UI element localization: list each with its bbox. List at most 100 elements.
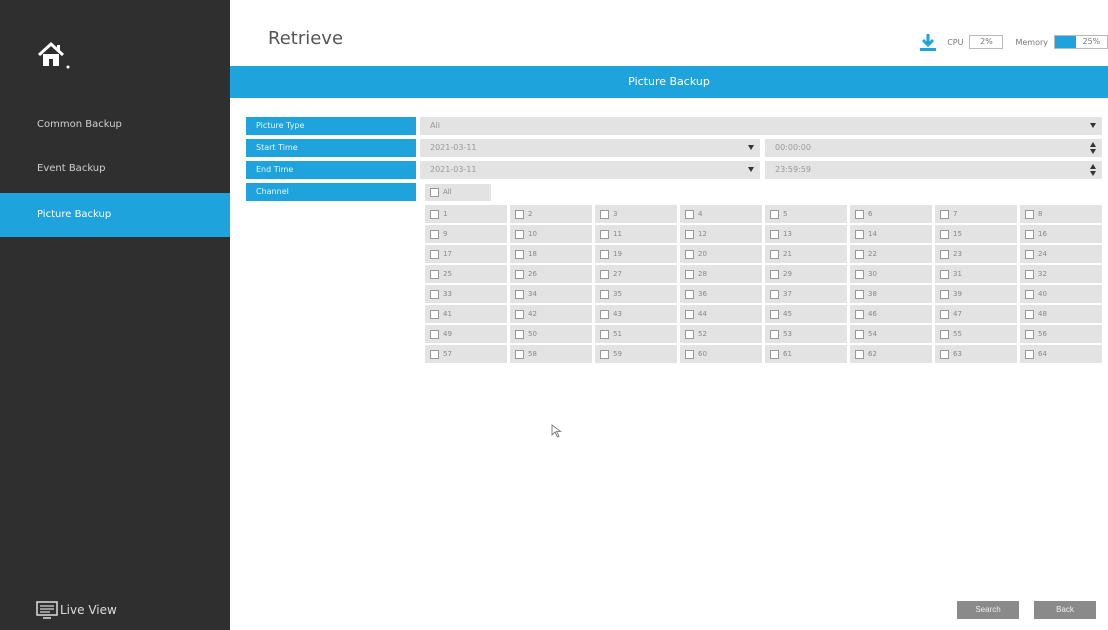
checkbox-icon (940, 349, 949, 359)
back-button[interactable]: Back (1034, 601, 1096, 619)
channel-checkbox[interactable]: 31 (935, 265, 1017, 283)
channel-checkbox[interactable]: 46 (850, 305, 932, 323)
picture-type-select[interactable]: All (420, 117, 1102, 135)
channel-checkbox[interactable]: 36 (680, 285, 762, 303)
channel-checkbox[interactable]: 58 (510, 345, 592, 363)
channel-checkbox[interactable]: 25 (425, 265, 507, 283)
channel-checkbox[interactable]: 18 (510, 245, 592, 263)
channel-all-checkbox[interactable]: All (425, 184, 491, 201)
channel-checkbox[interactable]: 57 (425, 345, 507, 363)
channel-checkbox[interactable]: 51 (595, 325, 677, 343)
channel-number: 3 (613, 210, 618, 218)
end-date-select[interactable]: 2021-03-11 (420, 161, 760, 179)
channel-checkbox[interactable]: 47 (935, 305, 1017, 323)
channel-checkbox[interactable]: 37 (765, 285, 847, 303)
channel-checkbox[interactable]: 22 (850, 245, 932, 263)
channel-checkbox[interactable]: 11 (595, 225, 677, 243)
channel-checkbox[interactable]: 64 (1020, 345, 1102, 363)
channel-checkbox[interactable]: 5 (765, 205, 847, 223)
end-time-label: End Time (246, 161, 416, 179)
channel-checkbox[interactable]: 20 (680, 245, 762, 263)
start-date-select[interactable]: 2021-03-11 (420, 139, 760, 157)
channel-checkbox[interactable]: 62 (850, 345, 932, 363)
start-time-spinner[interactable]: 00:00:00 (765, 139, 1102, 157)
channel-number: 6 (868, 210, 873, 218)
channel-checkbox[interactable]: 24 (1020, 245, 1102, 263)
channel-checkbox[interactable]: 9 (425, 225, 507, 243)
channel-checkbox[interactable]: 48 (1020, 305, 1102, 323)
channel-number: 63 (953, 350, 962, 358)
checkbox-icon (430, 289, 439, 299)
channel-checkbox[interactable]: 2 (510, 205, 592, 223)
channel-checkbox[interactable]: 52 (680, 325, 762, 343)
channel-number: 47 (953, 310, 962, 318)
channel-checkbox[interactable]: 38 (850, 285, 932, 303)
channel-checkbox[interactable]: 23 (935, 245, 1017, 263)
checkbox-icon (515, 229, 524, 239)
channel-checkbox[interactable]: 7 (935, 205, 1017, 223)
end-time-spinner[interactable]: 23:59:59 (765, 161, 1102, 179)
channel-checkbox[interactable]: 26 (510, 265, 592, 283)
channel-checkbox[interactable]: 3 (595, 205, 677, 223)
channel-checkbox[interactable]: 55 (935, 325, 1017, 343)
channel-checkbox[interactable]: 16 (1020, 225, 1102, 243)
channel-checkbox[interactable]: 13 (765, 225, 847, 243)
checkbox-icon (940, 249, 949, 259)
home-icon[interactable] (37, 40, 71, 70)
channel-checkbox[interactable]: 41 (425, 305, 507, 323)
chevron-down-icon (748, 167, 754, 172)
channel-checkbox[interactable]: 32 (1020, 265, 1102, 283)
channel-checkbox[interactable]: 56 (1020, 325, 1102, 343)
checkbox-icon (685, 229, 694, 239)
channel-number: 57 (443, 350, 452, 358)
live-view-button[interactable]: Live View (36, 600, 117, 620)
spinner-arrows-icon[interactable] (1090, 141, 1096, 155)
channel-checkbox[interactable]: 50 (510, 325, 592, 343)
channel-checkbox[interactable]: 34 (510, 285, 592, 303)
checkbox-icon (515, 269, 524, 279)
channel-checkbox[interactable]: 53 (765, 325, 847, 343)
channel-checkbox[interactable]: 61 (765, 345, 847, 363)
sidebar-item-common-backup[interactable]: Common Backup (0, 103, 230, 147)
channel-checkbox[interactable]: 43 (595, 305, 677, 323)
sidebar-item-event-backup[interactable]: Event Backup (0, 147, 230, 191)
channel-checkbox[interactable]: 14 (850, 225, 932, 243)
channel-checkbox[interactable]: 42 (510, 305, 592, 323)
spinner-arrows-icon[interactable] (1090, 163, 1096, 177)
channel-checkbox[interactable]: 29 (765, 265, 847, 283)
channel-checkbox[interactable]: 15 (935, 225, 1017, 243)
channel-checkbox[interactable]: 30 (850, 265, 932, 283)
sidebar-item-picture-backup[interactable]: Picture Backup (0, 193, 230, 237)
checkbox-icon (685, 289, 694, 299)
page-title: Retrieve (268, 28, 344, 49)
channel-checkbox[interactable]: 28 (680, 265, 762, 283)
channel-checkbox[interactable]: 27 (595, 265, 677, 283)
live-view-label: Live View (60, 603, 117, 617)
search-button[interactable]: Search (957, 601, 1019, 619)
channel-checkbox[interactable]: 49 (425, 325, 507, 343)
channel-number: 40 (1038, 290, 1047, 298)
channel-checkbox[interactable]: 4 (680, 205, 762, 223)
channel-checkbox[interactable]: 8 (1020, 205, 1102, 223)
channel-checkbox[interactable]: 59 (595, 345, 677, 363)
channel-checkbox[interactable]: 44 (680, 305, 762, 323)
channel-checkbox[interactable]: 19 (595, 245, 677, 263)
channel-checkbox[interactable]: 45 (765, 305, 847, 323)
channel-checkbox[interactable]: 40 (1020, 285, 1102, 303)
channel-checkbox[interactable]: 35 (595, 285, 677, 303)
channel-checkbox[interactable]: 60 (680, 345, 762, 363)
channel-checkbox[interactable]: 54 (850, 325, 932, 343)
channel-checkbox[interactable]: 1 (425, 205, 507, 223)
download-icon[interactable] (919, 33, 937, 51)
checkbox-icon (600, 349, 609, 359)
checkbox-icon (855, 289, 864, 299)
mouse-cursor-icon (551, 424, 562, 438)
channel-checkbox[interactable]: 63 (935, 345, 1017, 363)
channel-checkbox[interactable]: 12 (680, 225, 762, 243)
channel-checkbox[interactable]: 21 (765, 245, 847, 263)
channel-checkbox[interactable]: 17 (425, 245, 507, 263)
channel-checkbox[interactable]: 6 (850, 205, 932, 223)
channel-checkbox[interactable]: 10 (510, 225, 592, 243)
channel-checkbox[interactable]: 33 (425, 285, 507, 303)
channel-checkbox[interactable]: 39 (935, 285, 1017, 303)
